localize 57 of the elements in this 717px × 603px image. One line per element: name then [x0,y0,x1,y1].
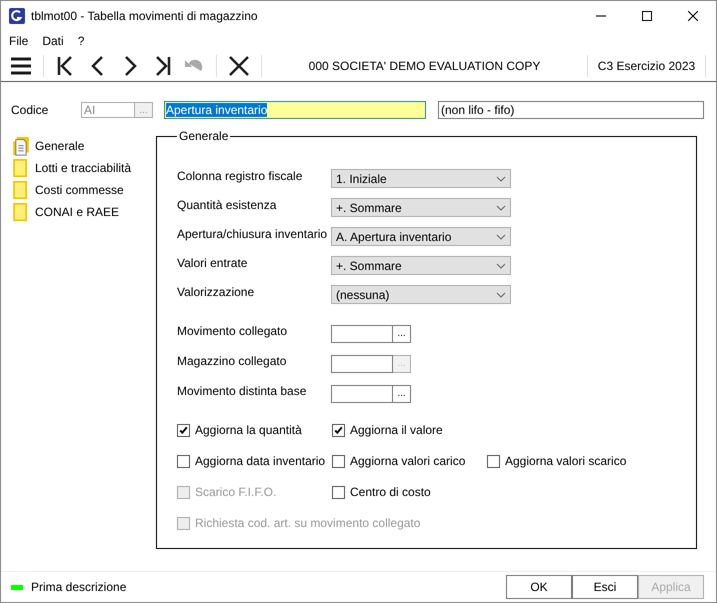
checkbox[interactable]: Aggiorna la quantità [177,423,332,437]
input-field[interactable] [331,384,393,402]
field-label: Colonna registro fiscale [177,168,304,182]
checkbox[interactable]: Aggiorna valori scarico [487,454,626,468]
dialog-button[interactable]: Esci [572,575,638,599]
lookup-button[interactable]: ... [393,324,411,342]
field-label: Quantità esistenza [177,198,278,212]
chevron-down-icon [496,292,506,298]
group-title: Generale [178,129,230,143]
sidebar-item[interactable]: Lotti e tracciabilità [13,157,156,179]
lookup-button[interactable]: ... [393,384,411,402]
menu-item[interactable]: File [9,34,28,48]
code-label: Codice [11,103,50,117]
close-icon[interactable] [228,55,250,77]
description-field[interactable]: Apertura inventario [164,101,426,119]
input-field[interactable] [331,354,393,372]
chevron-down-icon [496,262,506,268]
dialog-button[interactable]: OK [506,575,572,599]
dropdown[interactable]: A. Apertura inventario [331,227,511,246]
chevron-down-icon [496,204,506,210]
menu-icon[interactable] [10,55,32,77]
check-icon [178,424,189,436]
company-label: 000 SOCIETA' DEMO EVALUATION COPY [308,59,542,73]
folder-icon [13,180,29,200]
document-icon [13,136,29,156]
input-field[interactable] [331,324,393,342]
app-logo-icon [9,8,25,24]
field-label: Magazzino collegato [177,354,288,368]
folder-icon [13,202,29,222]
field-label: Movimento distinta base [177,384,308,398]
dropdown[interactable]: +. Sommare [331,198,511,217]
checkbox[interactable]: Aggiorna il valore [332,423,443,437]
code-field[interactable]: AI [81,102,135,118]
window-title: tblmot00 - Tabella movimenti di magazzino [31,9,258,23]
field-label: Movimento collegato [177,324,288,338]
chevron-down-icon [496,234,506,240]
folder-icon [13,158,29,178]
menu-item[interactable]: ? [78,34,84,48]
dropdown[interactable]: 1. Iniziale [331,169,511,188]
fiscal-year-label: C3 Esercizio 2023 [596,59,696,73]
field-label: Valorizzazione [177,284,256,298]
field-label: Apertura/chiusura inventario [177,226,328,240]
status-text: Prima descrizione [31,580,126,594]
dropdown[interactable]: (nessuna) [331,285,511,304]
check-icon [333,424,344,436]
sidebar-item[interactable]: Costi commesse [13,179,156,201]
dropdown[interactable]: +. Sommare [331,256,511,275]
status-indicator [11,584,23,590]
menu-item[interactable]: Dati [42,34,64,48]
checkbox[interactable]: Aggiorna valori carico [332,454,487,468]
note-field[interactable]: (non lifo - fifo) [438,101,704,119]
sidebar-item[interactable]: Generale [13,135,156,157]
checkbox[interactable]: Centro di costo [332,485,431,499]
chevron-down-icon [496,176,506,182]
checkbox[interactable]: Aggiorna data inventario [177,454,332,468]
field-label: Valori entrate [177,256,248,270]
sidebar-item[interactable]: CONAI e RAEE [13,201,156,223]
